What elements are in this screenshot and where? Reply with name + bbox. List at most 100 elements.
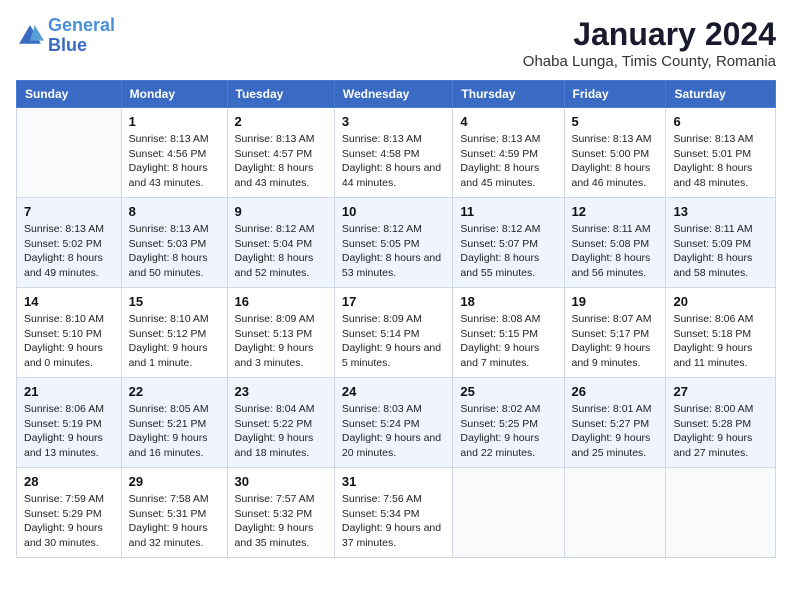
calendar-week-row: 14 Sunrise: 8:10 AMSunset: 5:10 PMDayligh… [17, 288, 776, 378]
weekday-header-wednesday: Wednesday [334, 81, 453, 108]
day-detail: Sunrise: 8:12 AMSunset: 5:04 PMDaylight:… [235, 222, 327, 281]
day-number: 4 [460, 114, 556, 129]
calendar-cell: 27Sunrise: 8:00 AMSunset: 5:28 PMDayligh… [666, 378, 776, 468]
day-detail: Sunrise: 8:01 AMSunset: 5:27 PMDaylight:… [572, 402, 659, 461]
title-block: January 2024 Ohaba Lunga, Timis County, … [523, 16, 776, 70]
page-header: General Blue January 2024 Ohaba Lunga, T… [16, 16, 776, 70]
calendar-week-row: 1 Sunrise: 8:13 AMSunset: 4:56 PMDaylight… [17, 108, 776, 198]
calendar-cell [453, 468, 564, 558]
weekday-header-sunday: Sunday [17, 81, 122, 108]
day-detail: Sunrise: 8:04 AMSunset: 5:22 PMDaylight:… [235, 402, 327, 461]
day-number: 21 [24, 384, 114, 399]
day-detail: Sunrise: 8:11 AMSunset: 5:09 PMDaylight:… [673, 222, 768, 281]
calendar-cell: 29 Sunrise: 7:58 AMSunset: 5:31 PMDayligh… [121, 468, 227, 558]
day-detail: Sunrise: 8:13 AMSunset: 5:02 PMDaylight:… [24, 222, 114, 281]
day-detail: Sunrise: 8:03 AMSunset: 5:24 PMDaylight:… [342, 402, 446, 461]
calendar-cell: 30 Sunrise: 7:57 AMSunset: 5:32 PMDayligh… [227, 468, 334, 558]
day-number: 29 [129, 474, 220, 489]
day-detail: Sunrise: 7:57 AMSunset: 5:32 PMDaylight:… [235, 492, 327, 551]
calendar-cell: 20Sunrise: 8:06 AMSunset: 5:18 PMDayligh… [666, 288, 776, 378]
day-detail: Sunrise: 8:13 AMSunset: 4:58 PMDaylight:… [342, 132, 446, 191]
day-number: 8 [129, 204, 220, 219]
calendar-cell: 7Sunrise: 8:13 AMSunset: 5:02 PMDaylight… [17, 198, 122, 288]
calendar-cell: 14 Sunrise: 8:10 AMSunset: 5:10 PMDayligh… [17, 288, 122, 378]
day-number: 17 [342, 294, 446, 309]
weekday-header-friday: Friday [564, 81, 666, 108]
day-number: 24 [342, 384, 446, 399]
day-number: 18 [460, 294, 556, 309]
day-number: 20 [673, 294, 768, 309]
day-detail: Sunrise: 8:08 AMSunset: 5:15 PMDaylight:… [460, 312, 556, 371]
day-detail: Sunrise: 8:09 AMSunset: 5:13 PMDaylight:… [235, 312, 327, 371]
weekday-row: SundayMondayTuesdayWednesdayThursdayFrid… [17, 81, 776, 108]
day-detail: Sunrise: 8:09 AMSunset: 5:14 PMDaylight:… [342, 312, 446, 371]
calendar-cell: 9 Sunrise: 8:12 AMSunset: 5:04 PMDaylight… [227, 198, 334, 288]
day-number: 15 [129, 294, 220, 309]
day-number: 3 [342, 114, 446, 129]
day-detail: Sunrise: 7:59 AMSunset: 5:29 PMDaylight:… [24, 492, 114, 551]
calendar-cell: 2 Sunrise: 8:13 AMSunset: 4:57 PMDaylight… [227, 108, 334, 198]
weekday-header-tuesday: Tuesday [227, 81, 334, 108]
day-detail: Sunrise: 8:13 AMSunset: 5:03 PMDaylight:… [129, 222, 220, 281]
day-detail: Sunrise: 8:13 AMSunset: 5:00 PMDaylight:… [572, 132, 659, 191]
day-number: 13 [673, 204, 768, 219]
day-number: 1 [129, 114, 220, 129]
calendar-cell: 16Sunrise: 8:09 AMSunset: 5:13 PMDayligh… [227, 288, 334, 378]
day-number: 28 [24, 474, 114, 489]
page-subtitle: Ohaba Lunga, Timis County, Romania [523, 53, 776, 70]
day-detail: Sunrise: 8:13 AMSunset: 4:57 PMDaylight:… [235, 132, 327, 191]
calendar-cell: 25Sunrise: 8:02 AMSunset: 5:25 PMDayligh… [453, 378, 564, 468]
day-detail: Sunrise: 7:58 AMSunset: 5:31 PMDaylight:… [129, 492, 220, 551]
calendar-body: 1 Sunrise: 8:13 AMSunset: 4:56 PMDaylight… [17, 108, 776, 558]
calendar-cell [17, 108, 122, 198]
day-number: 27 [673, 384, 768, 399]
day-detail: Sunrise: 8:12 AMSunset: 5:07 PMDaylight:… [460, 222, 556, 281]
calendar-cell: 24 Sunrise: 8:03 AMSunset: 5:24 PMDayligh… [334, 378, 453, 468]
day-detail: Sunrise: 8:07 AMSunset: 5:17 PMDaylight:… [572, 312, 659, 371]
day-number: 12 [572, 204, 659, 219]
page-title: January 2024 [523, 16, 776, 53]
calendar-cell: 15 Sunrise: 8:10 AMSunset: 5:12 PMDayligh… [121, 288, 227, 378]
logo-line2: Blue [48, 35, 87, 55]
calendar-cell: 28 Sunrise: 7:59 AMSunset: 5:29 PMDayligh… [17, 468, 122, 558]
calendar-cell: 4 Sunrise: 8:13 AMSunset: 4:59 PMDaylight… [453, 108, 564, 198]
calendar-week-row: 7Sunrise: 8:13 AMSunset: 5:02 PMDaylight… [17, 198, 776, 288]
day-number: 31 [342, 474, 446, 489]
calendar-cell: 10Sunrise: 8:12 AMSunset: 5:05 PMDayligh… [334, 198, 453, 288]
calendar-cell: 6Sunrise: 8:13 AMSunset: 5:01 PMDaylight… [666, 108, 776, 198]
day-number: 5 [572, 114, 659, 129]
day-number: 25 [460, 384, 556, 399]
calendar-header: SundayMondayTuesdayWednesdayThursdayFrid… [17, 81, 776, 108]
calendar-cell: 22Sunrise: 8:05 AMSunset: 5:21 PMDayligh… [121, 378, 227, 468]
calendar-cell [564, 468, 666, 558]
calendar-cell: 8 Sunrise: 8:13 AMSunset: 5:03 PMDaylight… [121, 198, 227, 288]
calendar-cell [666, 468, 776, 558]
day-number: 9 [235, 204, 327, 219]
day-number: 11 [460, 204, 556, 219]
day-detail: Sunrise: 8:13 AMSunset: 4:59 PMDaylight:… [460, 132, 556, 191]
calendar-week-row: 21Sunrise: 8:06 AMSunset: 5:19 PMDayligh… [17, 378, 776, 468]
day-detail: Sunrise: 8:11 AMSunset: 5:08 PMDaylight:… [572, 222, 659, 281]
day-number: 19 [572, 294, 659, 309]
weekday-header-saturday: Saturday [666, 81, 776, 108]
day-detail: Sunrise: 7:56 AMSunset: 5:34 PMDaylight:… [342, 492, 446, 551]
calendar-cell: 17 Sunrise: 8:09 AMSunset: 5:14 PMDayligh… [334, 288, 453, 378]
day-number: 22 [129, 384, 220, 399]
day-number: 2 [235, 114, 327, 129]
calendar-cell: 21Sunrise: 8:06 AMSunset: 5:19 PMDayligh… [17, 378, 122, 468]
calendar-week-row: 28 Sunrise: 7:59 AMSunset: 5:29 PMDayligh… [17, 468, 776, 558]
day-detail: Sunrise: 8:10 AMSunset: 5:10 PMDaylight:… [24, 312, 114, 371]
day-detail: Sunrise: 8:10 AMSunset: 5:12 PMDaylight:… [129, 312, 220, 371]
day-number: 26 [572, 384, 659, 399]
day-detail: Sunrise: 8:13 AMSunset: 4:56 PMDaylight:… [129, 132, 220, 191]
calendar-cell: 5 Sunrise: 8:13 AMSunset: 5:00 PMDaylight… [564, 108, 666, 198]
day-number: 14 [24, 294, 114, 309]
calendar-cell: 12 Sunrise: 8:11 AMSunset: 5:08 PMDayligh… [564, 198, 666, 288]
day-number: 6 [673, 114, 768, 129]
calendar-cell: 11 Sunrise: 8:12 AMSunset: 5:07 PMDayligh… [453, 198, 564, 288]
calendar-cell: 19 Sunrise: 8:07 AMSunset: 5:17 PMDayligh… [564, 288, 666, 378]
logo-line1: General [48, 15, 115, 35]
logo-icon [16, 22, 44, 50]
day-number: 30 [235, 474, 327, 489]
weekday-header-thursday: Thursday [453, 81, 564, 108]
